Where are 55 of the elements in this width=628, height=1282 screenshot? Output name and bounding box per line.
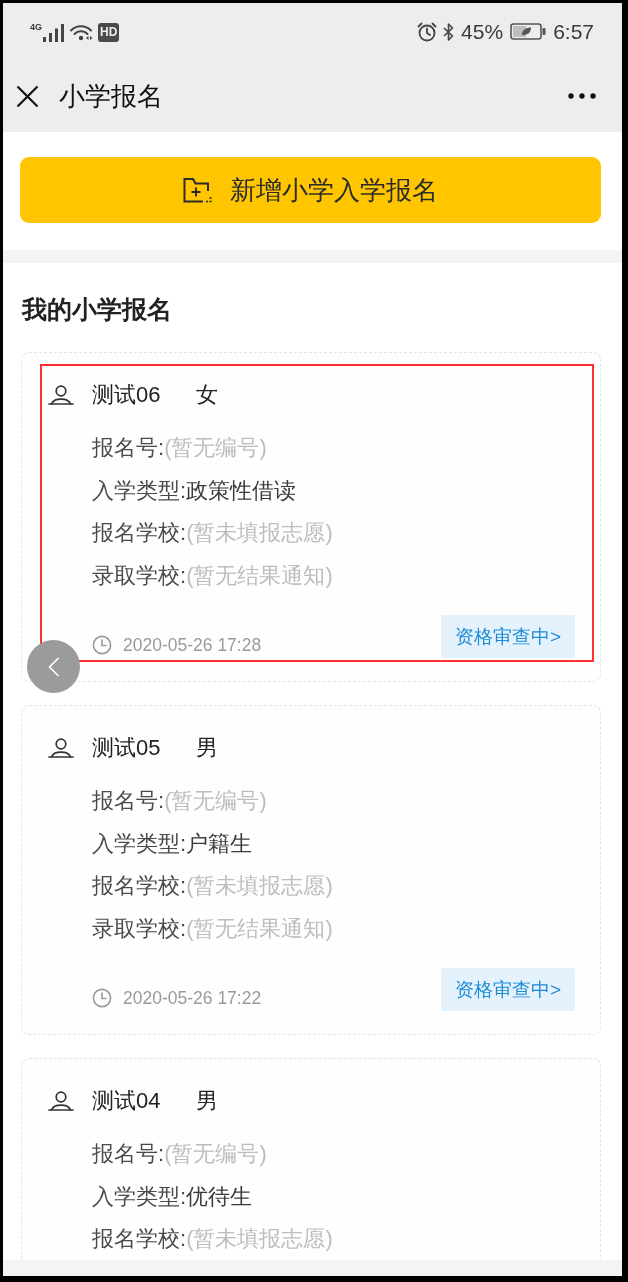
wifi-icon <box>69 23 93 42</box>
folder-plus-icon <box>183 177 213 203</box>
chevron-left-icon <box>47 656 60 677</box>
status-link[interactable]: 资格审查中> <box>440 615 575 658</box>
close-button[interactable] <box>16 84 39 108</box>
field-label: 报名号: <box>92 435 165 460</box>
placeholder-text: (暂无编号) <box>164 788 267 813</box>
clock-icon <box>92 988 112 1008</box>
field-label: 报名号: <box>92 1141 165 1166</box>
alarm-clock-icon <box>417 21 438 42</box>
bluetooth-icon <box>443 21 455 42</box>
signal-icon <box>43 23 64 42</box>
student-name: 测试05 <box>92 734 161 762</box>
placeholder-text: (暂未填报志愿) <box>186 873 333 898</box>
placeholder-text: (暂无编号) <box>164 1141 267 1166</box>
close-icon <box>16 84 39 108</box>
gender-label: 男 <box>196 1087 219 1115</box>
more-button[interactable] <box>568 93 596 99</box>
battery-percentage: 45% <box>461 19 504 44</box>
field-label: 报名学校: <box>92 520 187 545</box>
field-label: 入学类型: <box>92 477 187 503</box>
field-label: 录取学校: <box>92 915 187 941</box>
field-label: 录取学校: <box>92 562 187 588</box>
field-label: 入学类型: <box>92 830 187 856</box>
placeholder-text: (暂无编号) <box>164 435 267 460</box>
placeholder-text: (暂无结果通知) <box>186 562 333 588</box>
clock-icon <box>92 635 112 655</box>
battery-icon <box>510 23 547 40</box>
person-icon <box>48 1090 74 1112</box>
person-icon <box>48 384 74 406</box>
network-type-label: 4G <box>30 21 42 32</box>
submission-time: 2020-05-26 17:28 <box>123 634 262 656</box>
student-name: 测试06 <box>92 381 161 409</box>
hd-badge: HD <box>98 22 120 42</box>
field-value: 优待生 <box>186 1183 253 1209</box>
placeholder-text: (暂未填报志愿) <box>186 1226 333 1251</box>
field-label: 入学类型: <box>92 1183 187 1209</box>
field-label: 报名学校: <box>92 873 187 898</box>
placeholder-text: (暂未填报志愿) <box>186 520 333 545</box>
placeholder-text: (暂无结果通知) <box>186 915 333 941</box>
section-title: 我的小学报名 <box>22 294 173 324</box>
add-registration-button[interactable]: 新增小学入学报名 <box>20 157 601 223</box>
field-label: 报名号: <box>92 788 165 813</box>
gender-label: 男 <box>196 734 219 762</box>
gender-label: 女 <box>196 381 219 409</box>
person-icon <box>48 737 74 759</box>
field-label: 报名学校: <box>92 1226 187 1251</box>
student-name: 测试04 <box>92 1087 161 1115</box>
field-value: 户籍生 <box>186 830 253 856</box>
more-icon <box>568 93 596 99</box>
field-value: 政策性借读 <box>186 477 297 503</box>
clock-time: 6:57 <box>553 19 594 44</box>
page-title: 小学报名 <box>59 80 163 112</box>
submission-time: 2020-05-26 17:22 <box>123 987 262 1009</box>
status-link[interactable]: 资格审查中> <box>440 968 575 1011</box>
